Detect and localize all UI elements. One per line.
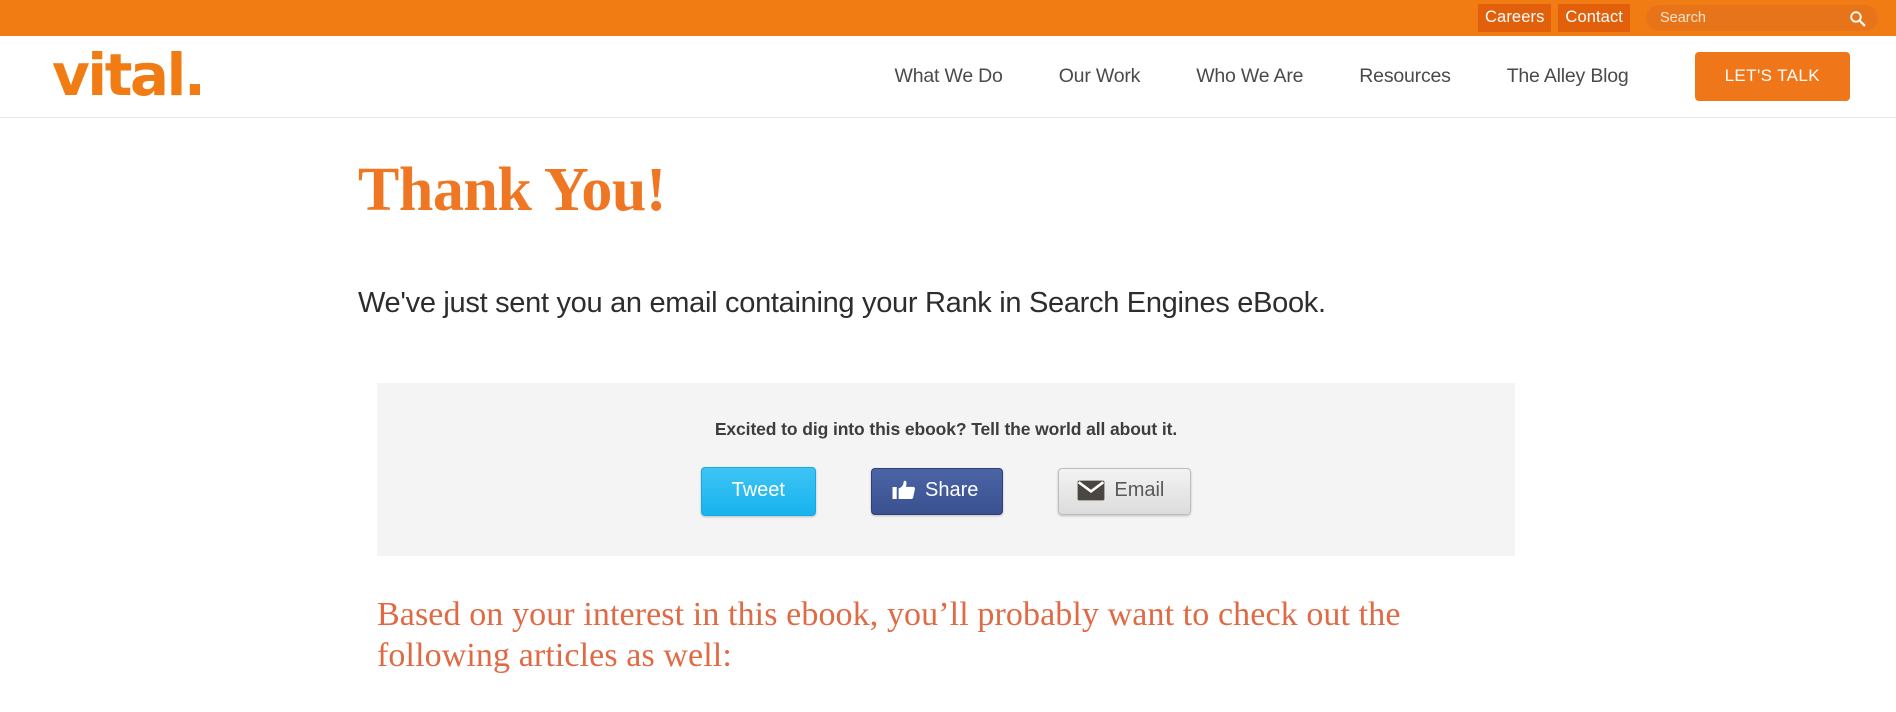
topbar-link-contact[interactable]: Contact <box>1558 4 1630 32</box>
share-panel: Excited to dig into this ebook? Tell the… <box>377 383 1515 557</box>
tweet-button[interactable]: Tweet <box>700 467 816 517</box>
topbar-link-careers[interactable]: Careers <box>1478 4 1552 32</box>
related-articles-intro: Based on your interest in this ebook, yo… <box>377 596 1401 674</box>
nav-item-who-we-are[interactable]: Who We Are <box>1168 65 1331 88</box>
tweet-button-label: Tweet <box>731 479 785 502</box>
thumbs-up-icon <box>892 480 916 502</box>
email-share-button-label: Email <box>1114 479 1165 502</box>
facebook-share-button[interactable]: Share <box>870 468 1004 516</box>
search-icon[interactable] <box>1849 10 1866 27</box>
search-box[interactable] <box>1646 5 1878 31</box>
main-navigation: What We Do Our Work Who We Are Resources… <box>867 52 1850 101</box>
email-share-button[interactable]: Email <box>1058 468 1192 516</box>
site-logo[interactable]: vital. <box>52 46 206 104</box>
share-prompt: Excited to dig into this ebook? Tell the… <box>714 419 1178 440</box>
nav-item-the-alley-blog[interactable]: The Alley Blog <box>1479 65 1657 88</box>
envelope-icon <box>1077 480 1105 501</box>
nav-item-what-we-do[interactable]: What We Do <box>867 65 1031 88</box>
site-header: vital. What We Do Our Work Who We Are Re… <box>0 36 1896 118</box>
page-title: Thank You! <box>358 156 667 224</box>
facebook-share-button-label: Share <box>924 479 979 502</box>
lets-talk-button[interactable]: LET'S TALK <box>1694 52 1850 101</box>
top-utility-bar: Careers Contact <box>0 0 1896 36</box>
page-content: Thank You! We've just sent you an email … <box>0 118 1896 677</box>
nav-item-our-work[interactable]: Our Work <box>1031 65 1168 88</box>
nav-item-resources[interactable]: Resources <box>1331 65 1478 88</box>
search-input[interactable] <box>1660 10 1830 26</box>
confirmation-message: We've just sent you an email containing … <box>358 287 1326 320</box>
share-button-row: Tweet Share Email <box>377 467 1515 517</box>
